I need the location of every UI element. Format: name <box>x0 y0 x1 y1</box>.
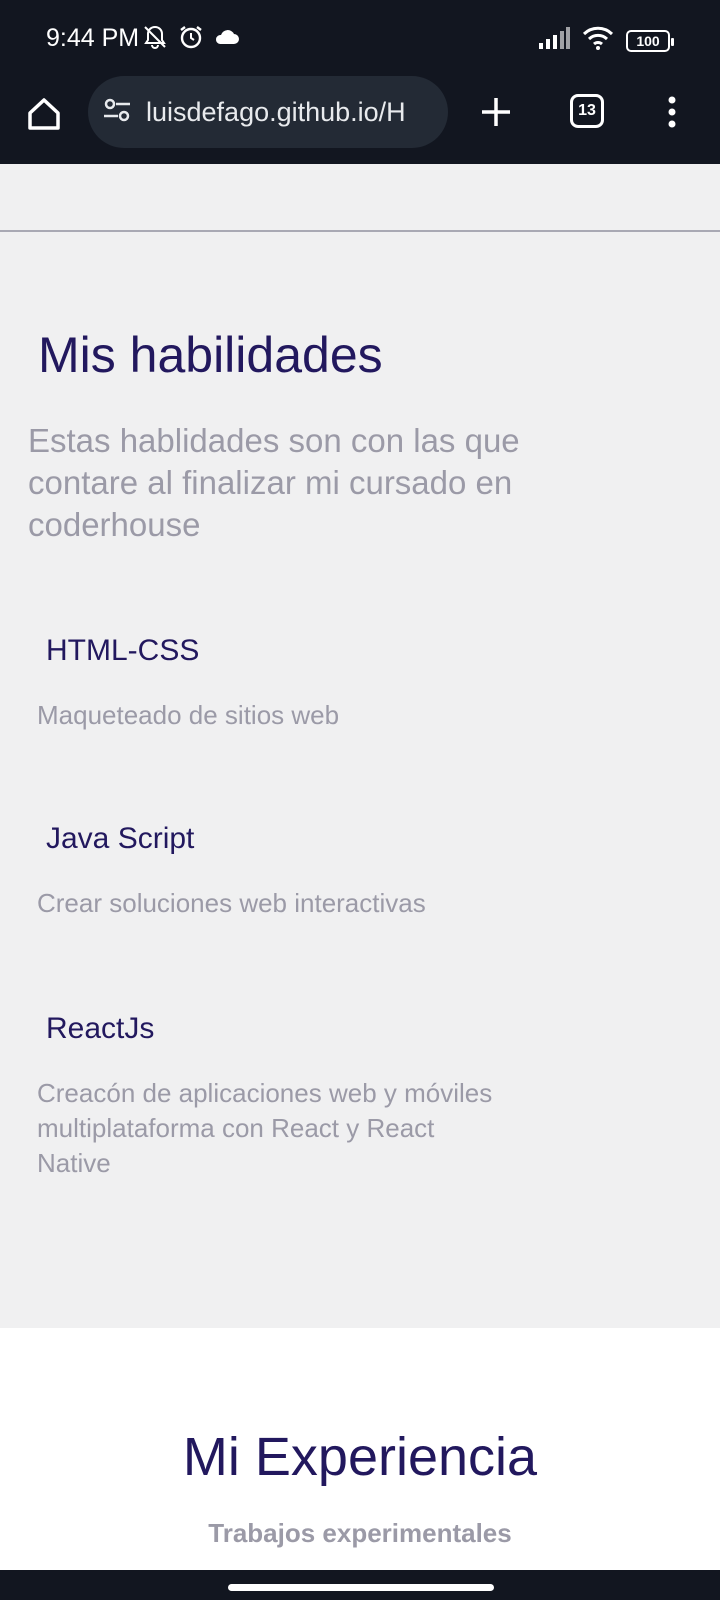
status-bar: 9:44 PM 100 <box>0 0 720 76</box>
wifi-icon <box>582 26 614 55</box>
cloud-icon <box>214 26 240 53</box>
bell-off-icon <box>142 24 168 55</box>
alarm-icon <box>178 24 204 55</box>
skill-name: ReactJs <box>46 1012 155 1045</box>
skill-name: HTML-CSS <box>46 634 200 667</box>
skill-description: Maqueteado de sitios web <box>37 700 340 730</box>
gesture-nav-bar <box>0 1570 720 1600</box>
new-tab-icon[interactable] <box>476 92 516 132</box>
signal-icon <box>538 27 570 54</box>
experience-subtitle: Trabajos experimentales <box>208 1518 512 1548</box>
skills-title: Mis habilidades <box>38 327 383 383</box>
skill-description: Creacón de aplicaciones web y móviles mu… <box>37 1078 493 1178</box>
skill-name: Java Script <box>46 822 195 855</box>
site-settings-icon[interactable] <box>102 97 132 128</box>
web-page: Mis habilidades Estas hablidades son con… <box>0 164 720 1570</box>
experience-section: Mi Experiencia Trabajos experimentales <box>0 1328 720 1570</box>
skill-description: Crear soluciones web interactivas <box>37 888 426 918</box>
status-icons-left <box>142 24 240 55</box>
tab-switcher-button[interactable]: 13 <box>570 94 604 128</box>
url-text[interactable]: luisdefago.github.io/H <box>146 97 406 128</box>
skills-subtitle: Estas hablidades son con las que contare… <box>28 422 520 543</box>
divider <box>0 230 720 232</box>
home-icon[interactable] <box>24 94 64 134</box>
battery-icon: 100 <box>626 29 674 52</box>
address-bar[interactable]: luisdefago.github.io/H <box>88 76 448 148</box>
more-options-icon[interactable] <box>662 92 682 132</box>
home-gesture-handle[interactable] <box>228 1584 494 1591</box>
status-icons-right: 100 <box>538 26 674 55</box>
status-time: 9:44 PM <box>46 24 140 52</box>
experience-title: Mi Experiencia <box>182 1427 538 1487</box>
browser-toolbar: luisdefago.github.io/H 13 <box>0 76 720 164</box>
